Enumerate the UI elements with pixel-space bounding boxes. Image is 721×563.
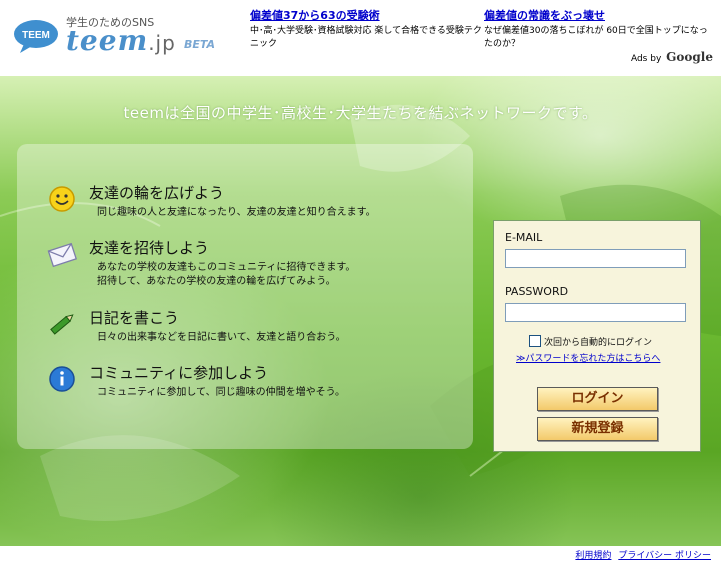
ad-1-text: 中･高･大学受験･資格試験対応 楽して合格できる受験テクニック — [250, 26, 482, 49]
info-icon — [49, 366, 75, 392]
email-label: E-MAIL — [505, 231, 543, 244]
header: TEEM 学生のためのSNS teem.jp BETA 偏差値37から63の受験… — [0, 0, 721, 76]
smiley-icon — [49, 186, 75, 212]
logo-bubble-text: TEEM — [22, 30, 50, 41]
ads-by-google[interactable]: Ads by Google — [631, 50, 713, 64]
ad-2-text: なぜ偏差値30の落ちこぼれが 60日で全国トップになったのか？ — [484, 26, 708, 49]
email-field[interactable] — [505, 249, 686, 268]
auto-login-checkbox[interactable] — [529, 335, 541, 347]
feature-desc: あなたの学校の友達もこのコミュニティに招待できます。 招待して、あなたの学校の友… — [97, 262, 356, 287]
password-label: PASSWORD — [505, 285, 569, 298]
feature-title: 友達の輪を広げよう — [89, 184, 225, 202]
speech-bubble-logo-icon: TEEM — [14, 20, 58, 53]
register-button[interactable]: 新規登録 — [537, 417, 658, 441]
hero-banner: teemは全国の中学生･高校生･大学生たちを結ぶネットワークです。 友達の輪を広… — [0, 76, 721, 546]
feature-title: 日記を書こう — [89, 309, 180, 327]
privacy-policy-link[interactable]: プライバシー ポリシー — [618, 551, 711, 561]
google-brand: Google — [666, 50, 713, 64]
password-field[interactable] — [505, 303, 686, 322]
ad-1-link[interactable]: 偏差値37から63の受験術 — [250, 7, 482, 23]
pencil-icon — [50, 314, 74, 335]
login-button[interactable]: ログイン — [537, 387, 658, 411]
ad-block-1: 偏差値37から63の受験術 中･高･大学受験･資格試験対応 楽して合格できる受験… — [250, 7, 482, 51]
logo-domain: .jp — [148, 31, 176, 55]
logo-word: teem — [66, 24, 149, 57]
auto-login-row[interactable]: 次回から自動的にログイン — [529, 335, 652, 348]
envelope-icon — [47, 242, 77, 268]
forgot-password-link[interactable]: ≫パスワードを忘れた方はこちらへ — [516, 351, 660, 364]
feature-title: 友達を招待しよう — [89, 239, 210, 257]
terms-link[interactable]: 利用規約 — [575, 551, 611, 561]
ad-2-link[interactable]: 偏差値の常識をぶっ壊せ — [484, 7, 716, 23]
feature-title: コミュニティに参加しよう — [89, 364, 269, 382]
ad-block-2: 偏差値の常識をぶっ壊せ なぜ偏差値30の落ちこぼれが 60日で全国トップになった… — [484, 7, 716, 51]
feature-desc: コミュニティに参加して、同じ趣味の仲間を増やそう。 — [97, 387, 345, 398]
login-panel: E-MAIL PASSWORD 次回から自動的にログイン ≫パスワードを忘れた方… — [493, 220, 701, 452]
ads-by-label: Ads by — [630, 54, 662, 64]
features-panel: 友達の輪を広げよう 同じ趣味の人と友達になったり、友達の友達と知り合えます。 友… — [17, 144, 473, 449]
feature-desc: 日々の出来事などを日記に書いて、友達と語り合おう。 — [97, 332, 346, 343]
logo-wordmark: teem.jp — [66, 24, 176, 57]
feature-desc: 同じ趣味の人と友達になったり、友達の友達と知り合えます。 — [97, 207, 376, 218]
auto-login-label: 次回から自動的にログイン — [544, 338, 653, 348]
site-logo[interactable]: TEEM 学生のためのSNS teem.jp BETA — [8, 6, 238, 68]
footer: 利用規約 プライバシー ポリシー — [0, 546, 721, 563]
beta-badge: BETA — [184, 38, 216, 51]
footer-links: 利用規約 プライバシー ポリシー — [571, 548, 711, 561]
hero-tagline: teemは全国の中学生･高校生･大学生たちを結ぶネットワークです。 — [123, 104, 598, 122]
